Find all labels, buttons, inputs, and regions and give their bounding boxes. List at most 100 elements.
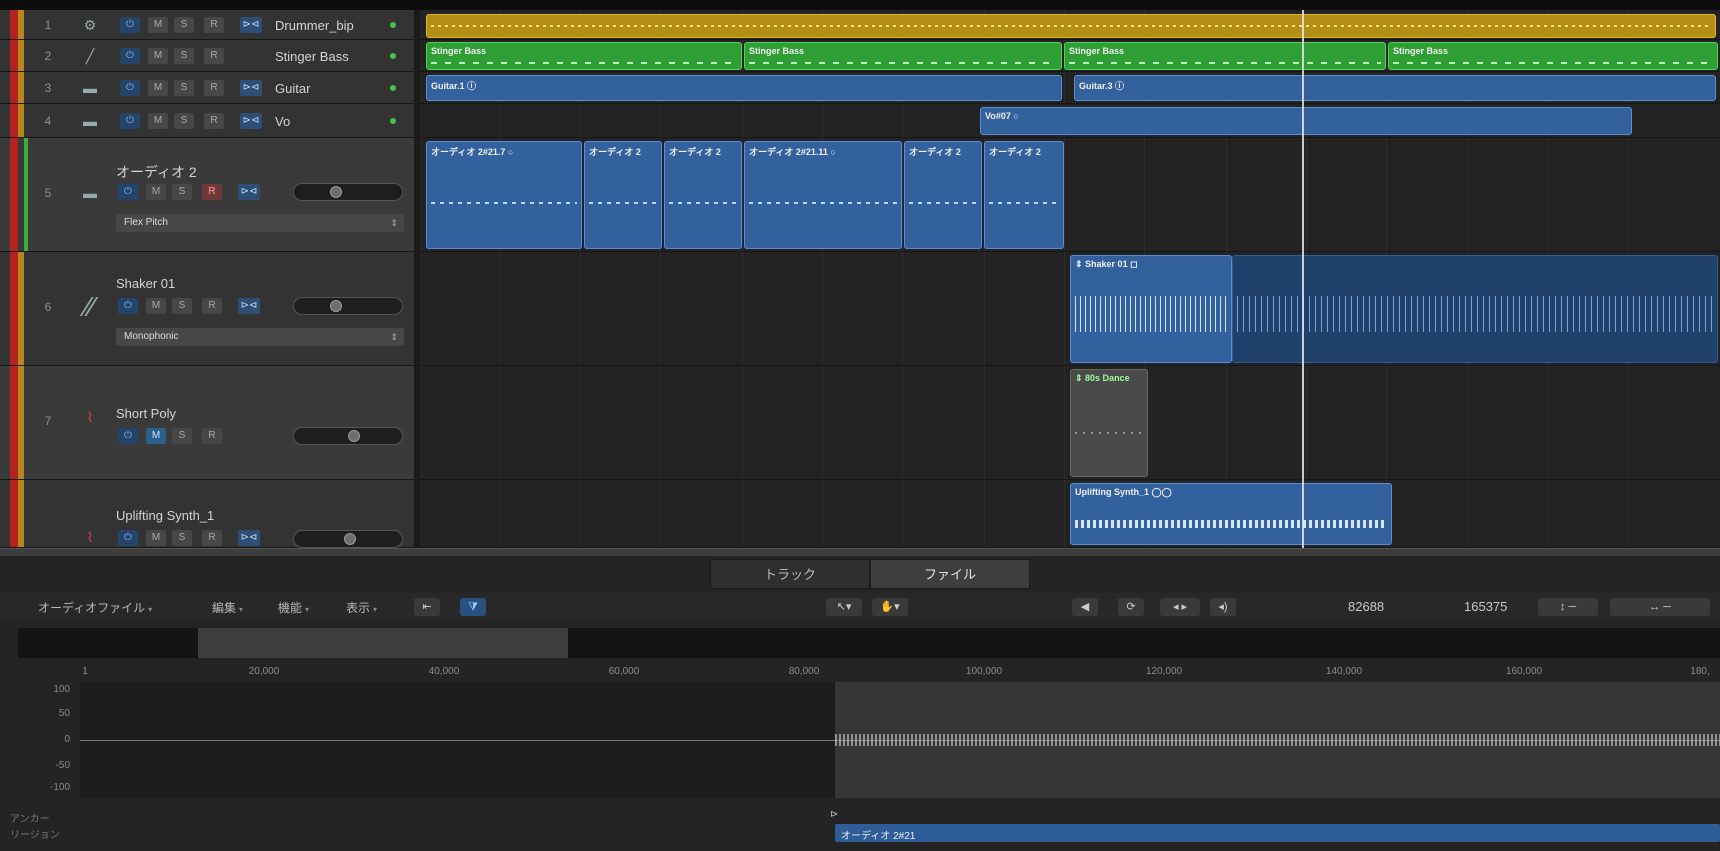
input-monitor-button[interactable]: ⊳⊲ [240, 17, 262, 33]
audio-region[interactable]: オーディオ 2 [904, 141, 982, 249]
drummer-region[interactable] [426, 14, 1716, 38]
mute-button[interactable]: M [146, 428, 166, 444]
flex-mode-select[interactable]: Flex Pitch ⇕ [116, 214, 404, 232]
track-name[interactable]: オーディオ 2 [116, 162, 197, 182]
catch-button[interactable]: ⇤ [414, 598, 440, 616]
track-header-4[interactable]: 4 ▬ ⏻ M S R ⊳⊲ Vo [0, 104, 414, 138]
track-header-3[interactable]: 3 ▬ ⏻ M S R ⊳⊲ Guitar [0, 72, 414, 104]
solo-button[interactable]: S [174, 113, 194, 129]
shaker-loop-region[interactable] [1232, 255, 1718, 363]
track-name[interactable]: Vo [275, 114, 290, 129]
input-monitor-button[interactable]: ⊳⊲ [238, 298, 260, 314]
record-button[interactable]: R [204, 48, 224, 64]
record-button[interactable]: R [202, 184, 222, 200]
solo-button[interactable]: S [172, 298, 192, 314]
hand-tool-icon[interactable]: ✋▾ [872, 598, 908, 616]
track-name[interactable]: Shaker 01 [116, 276, 175, 291]
guitar-region[interactable]: Guitar.3 ⓘ [1074, 75, 1716, 101]
track-header-1[interactable]: 1 ⚙ ⏻ M S R ⊳⊲ Drummer_bip [0, 10, 414, 40]
power-button[interactable]: ⏻ [120, 113, 140, 129]
sample-ruler[interactable]: 1 20,000 40,000 60,000 80,000 100,000 12… [80, 662, 1720, 682]
audio-region[interactable]: オーディオ 2 [664, 141, 742, 249]
mute-button[interactable]: M [148, 48, 168, 64]
power-button[interactable]: ⏻ [118, 184, 138, 200]
input-monitor-button[interactable]: ⊳⊲ [238, 530, 260, 546]
tab-file[interactable]: ファイル [870, 559, 1030, 589]
power-button[interactable]: ⏻ [120, 80, 140, 96]
power-button[interactable]: ⏻ [120, 48, 140, 64]
record-button[interactable]: R [202, 530, 222, 546]
track-name[interactable]: Guitar [275, 81, 310, 96]
menu-edit[interactable]: 編集 ▾ [212, 599, 243, 616]
bass-region[interactable]: Stinger Bass [426, 42, 742, 70]
mute-button[interactable]: M [146, 184, 166, 200]
bass-region[interactable]: Stinger Bass [1388, 42, 1718, 70]
track-name[interactable]: Uplifting Synth_1 [116, 508, 214, 523]
audio-region[interactable]: オーディオ 2 [584, 141, 662, 249]
record-button[interactable]: R [204, 113, 224, 129]
bass-region[interactable]: Stinger Bass [1064, 42, 1386, 70]
loop-icon[interactable]: ⟳ [1118, 598, 1144, 616]
input-monitor-button[interactable]: ⊳⊲ [238, 184, 260, 200]
solo-button[interactable]: S [174, 80, 194, 96]
pointer-tool-icon[interactable]: ↖▾ [826, 598, 862, 616]
volume-fader[interactable] [293, 297, 403, 315]
mute-button[interactable]: M [146, 530, 166, 546]
solo-button[interactable]: S [172, 530, 192, 546]
fader-knob[interactable] [330, 186, 342, 198]
track-header-6[interactable]: 6 ⁄⁄ Shaker 01 ⏻ M S R ⊳⊲ Monophonic ⇕ [0, 252, 414, 366]
input-monitor-button[interactable]: ⊳⊲ [240, 113, 262, 129]
solo-button[interactable]: S [172, 184, 192, 200]
track-header-7[interactable]: 7 ⌇ Short Poly ⏻ M S R [0, 366, 414, 480]
track-header-5[interactable]: 5 ▬ オーディオ 2 ⏻ M S R ⊳⊲ Flex Pitch ⇕ [0, 138, 414, 252]
guitar-region[interactable]: Guitar.1 ⓘ [426, 75, 1062, 101]
solo-button[interactable]: S [172, 428, 192, 444]
file-overview[interactable] [18, 628, 1720, 658]
input-monitor-button[interactable]: ⊳⊲ [240, 80, 262, 96]
mute-button[interactable]: M [148, 80, 168, 96]
speaker-icon[interactable]: ◀ [1072, 598, 1098, 616]
volume-fader[interactable] [293, 530, 403, 548]
mute-button[interactable]: M [148, 17, 168, 33]
synth-region[interactable]: Uplifting Synth_1 ◯◯ [1070, 483, 1392, 545]
record-button[interactable]: R [204, 17, 224, 33]
record-button[interactable]: R [204, 80, 224, 96]
mute-button[interactable]: M [146, 298, 166, 314]
prev-next-icon[interactable]: ◂ ▸ [1160, 598, 1200, 616]
solo-button[interactable]: S [174, 48, 194, 64]
audio-region[interactable]: オーディオ 2 [984, 141, 1064, 249]
audio-region[interactable]: オーディオ 2#21.7 ○ [426, 141, 582, 249]
power-button[interactable]: ⏻ [120, 17, 140, 33]
fader-knob[interactable] [344, 533, 356, 545]
vocal-region[interactable]: Vo#07 ○ [980, 107, 1632, 135]
shaker-region[interactable]: ⇕ Shaker 01 ◻ [1070, 255, 1232, 363]
fader-knob[interactable] [348, 430, 360, 442]
vertical-zoom-slider[interactable]: ↕ ─ [1538, 598, 1598, 616]
volume-fader[interactable] [293, 183, 403, 201]
audio-region[interactable]: オーディオ 2#21.11 ○ [744, 141, 902, 249]
solo-button[interactable]: S [174, 17, 194, 33]
flex-mode-select[interactable]: Monophonic ⇕ [116, 328, 404, 346]
power-button[interactable]: ⏻ [118, 298, 138, 314]
playhead[interactable] [1302, 10, 1304, 548]
record-button[interactable]: R [202, 298, 222, 314]
track-name[interactable]: Short Poly [116, 406, 176, 421]
menu-audio-file[interactable]: オーディオファイル ▾ [38, 599, 152, 616]
track-header-2[interactable]: 2 ╱ ⏻ M S R Stinger Bass [0, 40, 414, 72]
power-button[interactable]: ⏻ [118, 530, 138, 546]
selection-start-field[interactable]: 82688 [1348, 599, 1384, 614]
mute-button[interactable]: M [148, 113, 168, 129]
tab-track[interactable]: トラック [710, 559, 870, 589]
overview-selection[interactable] [198, 628, 568, 658]
arrange-area[interactable]: Stinger Bass Stinger Bass Stinger Bass S… [420, 10, 1720, 548]
region-bar[interactable]: オーディオ 2#21 [835, 824, 1720, 842]
fader-knob[interactable] [330, 300, 342, 312]
menu-functions[interactable]: 機能 ▾ [278, 599, 309, 616]
record-button[interactable]: R [202, 428, 222, 444]
bass-region[interactable]: Stinger Bass [744, 42, 1062, 70]
menu-view[interactable]: 表示 ▾ [346, 599, 377, 616]
midi-region[interactable]: ⇕ 80s Dance [1070, 369, 1148, 477]
volume-icon[interactable]: ◂) [1210, 598, 1236, 616]
track-name[interactable]: Drummer_bip [275, 18, 354, 33]
anchor-marker[interactable]: ⊳ [830, 809, 838, 820]
